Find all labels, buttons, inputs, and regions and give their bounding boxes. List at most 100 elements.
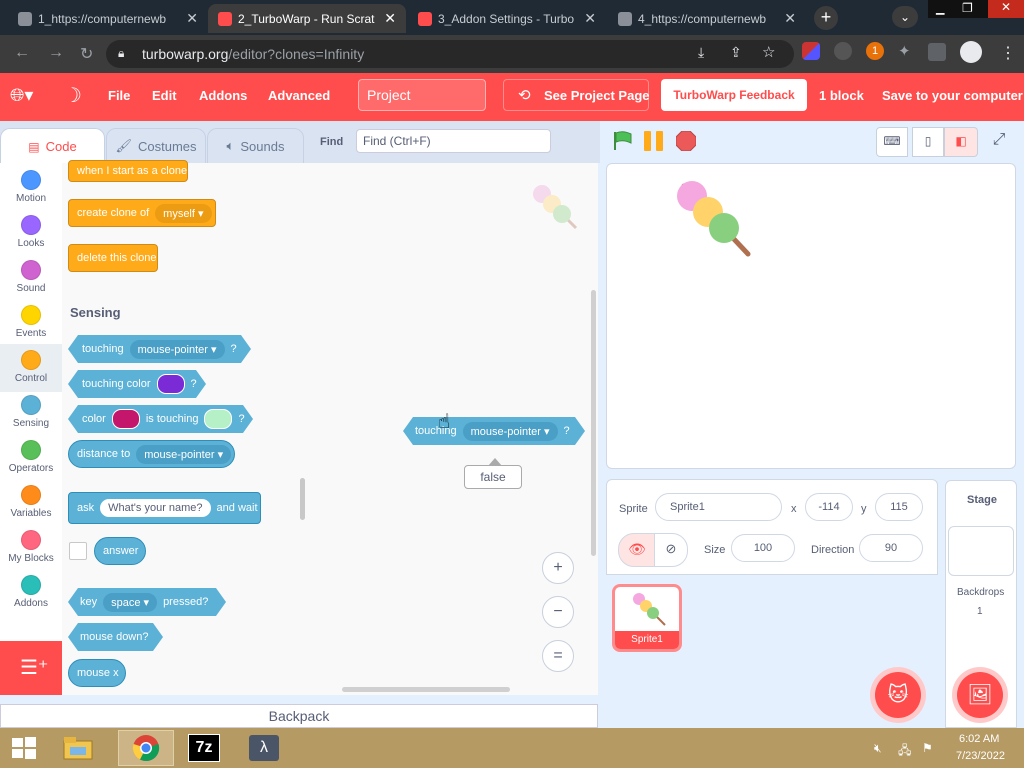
volume-muted-icon[interactable]: 🔇︎ [874, 741, 882, 756]
category-control[interactable]: Control [0, 344, 62, 392]
puzzle-extensions-icon[interactable]: ✦ [898, 42, 911, 60]
lightbulb-extension-icon[interactable] [834, 42, 852, 60]
window-close-icon[interactable]: ✕ [988, 0, 1024, 18]
close-icon[interactable]: ✕ [584, 10, 596, 27]
sprite-name-input[interactable]: Sprite1 [655, 493, 782, 521]
color-swatch[interactable] [204, 409, 232, 429]
category-events[interactable]: Events [0, 305, 62, 339]
tab-sounds[interactable]: 🔈︎ Sounds [207, 128, 304, 164]
fullscreen-icon[interactable]: ⤢ [984, 127, 1014, 155]
green-flag-icon[interactable] [613, 130, 633, 152]
show-sprite-eye-icon[interactable]: 👁︎ [618, 533, 656, 567]
browser-tab-3[interactable]: 3_Addon Settings - Turbo ✕ [408, 4, 606, 33]
bookmark-star-icon[interactable]: ☆ [762, 43, 775, 61]
choose-sprite-cat-icon[interactable]: 🐱︎ [875, 672, 921, 718]
menu-edit[interactable]: Edit [152, 88, 177, 103]
category-variables[interactable]: Variables [0, 485, 62, 519]
minimize-icon[interactable]: ▁ [936, 2, 944, 15]
touching-dropdown[interactable]: mouse-pointer ▾ [130, 340, 225, 359]
file-explorer-icon[interactable] [54, 730, 102, 766]
browser-tab-4[interactable]: 4_https://computernewb ✕ [608, 4, 806, 33]
forward-icon[interactable]: → [48, 44, 64, 62]
workspace-horizontal-scrollbar[interactable] [342, 687, 510, 692]
block-create-clone[interactable]: create clone of myself ▾ [68, 199, 216, 227]
block-color-is-touching[interactable]: color is touching? [68, 405, 253, 433]
taskbar-time[interactable]: 6:02 AM [959, 733, 999, 745]
category-my-blocks[interactable]: My Blocks [0, 530, 62, 564]
save-to-computer-button[interactable]: Save to your computer [882, 88, 1023, 103]
more-menu-icon[interactable]: ⋮ [1000, 43, 1016, 63]
color-swatch[interactable] [112, 409, 140, 429]
profile-avatar-icon[interactable] [960, 41, 982, 63]
ask-question-input[interactable]: What's your name? [100, 499, 211, 517]
block-touching[interactable]: touching mouse-pointer ▾? [68, 335, 251, 363]
menu-file[interactable]: File [108, 88, 130, 103]
sprite-on-stage[interactable] [672, 178, 756, 260]
extension-icon[interactable] [802, 42, 820, 60]
block-mouse-x[interactable]: mouse x [68, 659, 126, 687]
chrome-taskbar-icon[interactable] [118, 730, 174, 766]
category-addons[interactable]: Addons [0, 575, 62, 609]
block-mouse-down[interactable]: mouse down? [68, 623, 163, 651]
large-stage-icon[interactable]: ◧ [944, 127, 978, 157]
tab-code[interactable]: ▤ Code [0, 128, 105, 164]
stage-canvas[interactable] [606, 163, 1016, 469]
console-icon[interactable]: ⌨︎ [876, 127, 908, 157]
close-icon[interactable]: ✕ [186, 10, 198, 27]
pause-icon[interactable] [644, 131, 664, 151]
block-touching-color[interactable]: touching color? [68, 370, 206, 398]
zoom-in-button[interactable]: + [542, 552, 574, 584]
palette-scrollbar[interactable] [300, 478, 305, 520]
workspace-vertical-scrollbar[interactable] [591, 290, 596, 556]
x-input[interactable]: -114 [805, 493, 853, 521]
color-swatch[interactable] [157, 374, 185, 394]
reload-icon[interactable]: ↻ [80, 44, 93, 64]
add-extension-button[interactable]: ☰⁺ [0, 641, 62, 695]
tab-costumes[interactable]: 🖌︎ Costumes [106, 128, 206, 164]
hide-sprite-icon[interactable]: ⊘ [654, 533, 688, 567]
find-input[interactable]: Find (Ctrl+F) [356, 129, 551, 153]
size-input[interactable]: 100 [731, 534, 795, 562]
install-icon[interactable]: ⤓ [698, 44, 704, 61]
browser-tab-2[interactable]: 2_TurboWarp - Run Scrat ✕ [208, 4, 406, 33]
windows-start-icon[interactable] [0, 730, 48, 766]
back-icon[interactable]: ← [14, 44, 30, 62]
maximize-icon[interactable]: ❐ [962, 1, 973, 15]
see-project-page-button[interactable]: ⟲ See Project Page [503, 79, 650, 111]
tab-search-icon[interactable]: ⌄ [892, 6, 918, 28]
small-stage-icon[interactable]: ▯ [912, 127, 944, 157]
block-delete-clone[interactable]: delete this clone [68, 244, 158, 272]
browser-tab-1[interactable]: 1_https://computernewb ✕ [8, 4, 208, 33]
block-answer[interactable]: answer [94, 537, 146, 565]
close-icon[interactable]: ✕ [784, 10, 796, 27]
workspace-block-touching[interactable]: touching mouse-pointer ▾? [403, 417, 585, 445]
block-distance-to[interactable]: distance to mouse-pointer ▾ [68, 440, 235, 468]
action-center-icon[interactable]: ⚑ [922, 741, 933, 755]
block-when-start-as-clone[interactable]: when I start as a clone [68, 160, 188, 182]
zoom-out-button[interactable]: − [542, 596, 574, 628]
category-operators[interactable]: Operators [0, 440, 62, 474]
answer-monitor-checkbox[interactable] [69, 542, 87, 560]
menu-addons[interactable]: Addons [199, 88, 247, 103]
category-looks[interactable]: Looks [0, 215, 62, 249]
project-title-input[interactable]: Project [358, 79, 486, 111]
menu-advanced[interactable]: Advanced [268, 88, 330, 103]
theme-moon-icon[interactable]: ☽ [64, 83, 82, 108]
category-sound[interactable]: Sound [0, 260, 62, 294]
sidebar-icon[interactable] [928, 43, 946, 61]
direction-input[interactable]: 90 [859, 534, 923, 562]
key-dropdown[interactable]: space ▾ [103, 593, 157, 612]
share-icon[interactable]: ⇪ [730, 44, 742, 61]
language-globe-icon[interactable]: 🌐︎▾ [10, 85, 33, 106]
choose-backdrop-icon[interactable]: 🖼︎ [957, 672, 1003, 718]
block-key-pressed[interactable]: key space ▾ pressed? [68, 588, 226, 616]
network-icon[interactable]: 🖧︎ [898, 741, 911, 762]
zoom-reset-button[interactable]: = [542, 640, 574, 672]
clone-target-dropdown[interactable]: myself ▾ [155, 203, 212, 223]
turbowarp-feedback-button[interactable]: TurboWarp Feedback [661, 79, 807, 111]
block-ask-and-wait[interactable]: ask What's your name? and wait [68, 492, 261, 524]
distance-dropdown[interactable]: mouse-pointer ▾ [136, 444, 232, 464]
touching-dropdown[interactable]: mouse-pointer ▾ [463, 422, 558, 441]
extension-badge-icon[interactable]: 1 [866, 42, 884, 60]
category-sensing[interactable]: Sensing [0, 395, 62, 429]
